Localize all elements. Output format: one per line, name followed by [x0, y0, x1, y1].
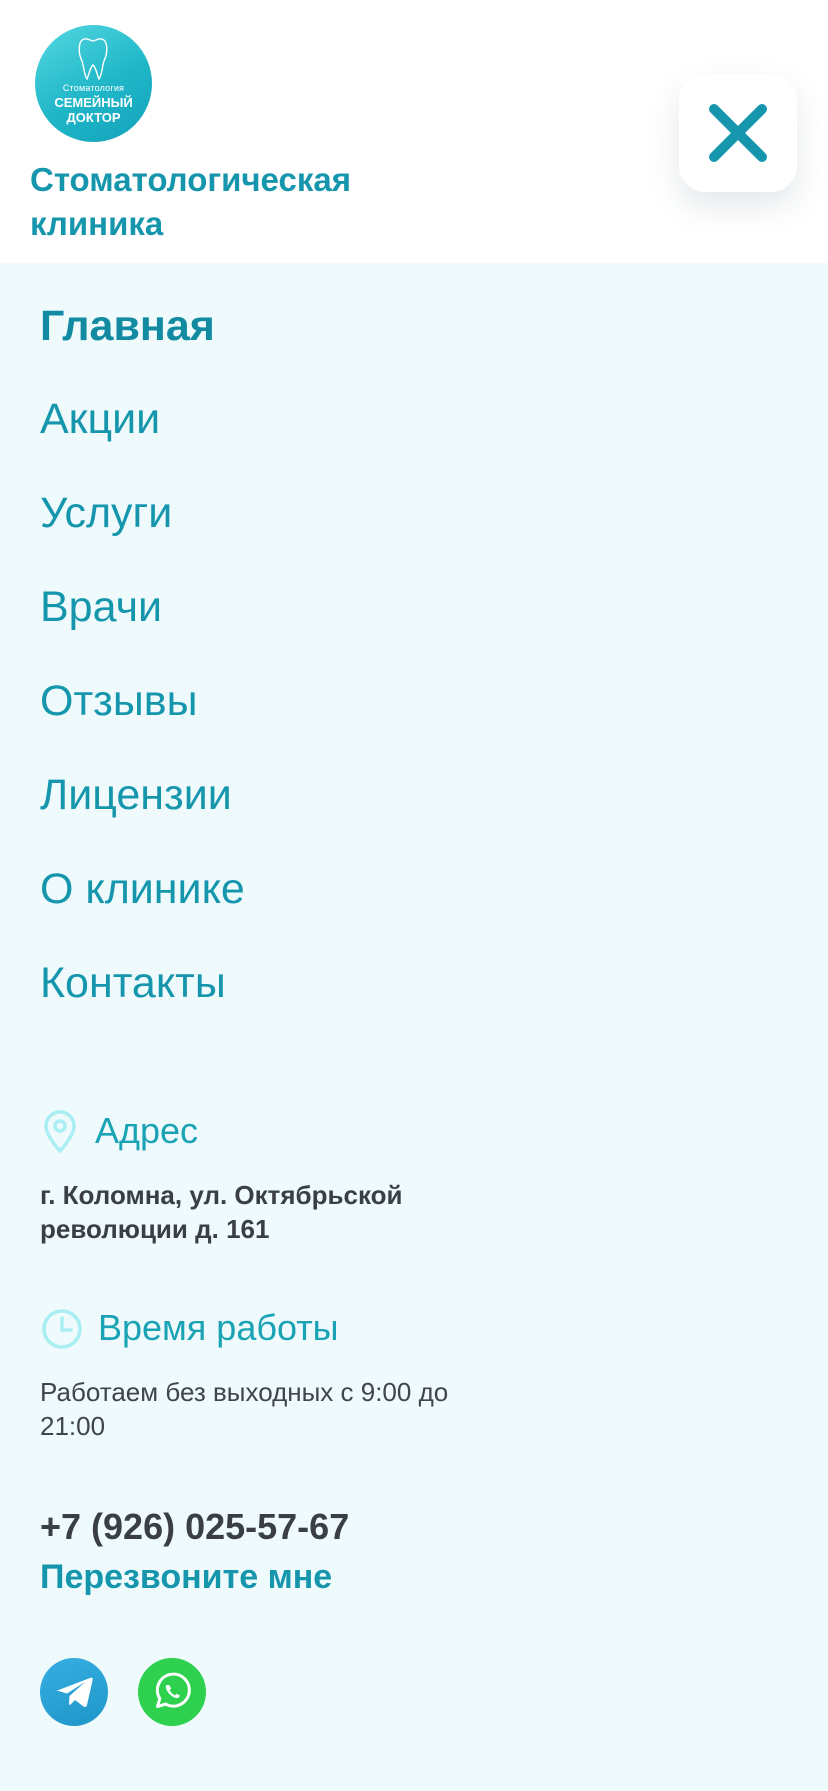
address-heading: Адрес: [95, 1110, 199, 1151]
logo-name-line2: ДОКТОР: [66, 110, 121, 125]
close-icon: [709, 104, 767, 162]
menu-item-about[interactable]: О клинике: [40, 864, 245, 914]
logo-subtitle: Стоматология: [62, 83, 125, 93]
clock-icon: [40, 1307, 84, 1356]
hours-heading: Время работы: [98, 1307, 339, 1348]
address-text: г. Коломна, ул. Октябрьской революции д.…: [40, 1180, 403, 1244]
telegram-icon: [56, 1677, 93, 1707]
clinic-logo[interactable]: Стоматология СЕМЕЙНЫЙ ДОКТОР: [35, 25, 152, 142]
menu-item-doctors[interactable]: Врачи: [40, 582, 162, 632]
phone-link[interactable]: +7 (926) 025-57-67: [40, 1505, 349, 1549]
menu-item-reviews[interactable]: Отзывы: [40, 676, 198, 726]
logo-name-line1: СЕМЕЙНЫЙ: [54, 95, 133, 110]
menu-item-promotions[interactable]: Акции: [40, 394, 160, 444]
tooth-icon: [78, 38, 108, 81]
menu-item-licenses[interactable]: Лицензии: [40, 770, 232, 820]
callback-link[interactable]: Перезвоните мне: [40, 1555, 332, 1599]
close-menu-button[interactable]: [679, 74, 797, 192]
whatsapp-button[interactable]: [138, 1658, 206, 1726]
menu-item-contacts[interactable]: Контакты: [40, 958, 226, 1008]
telegram-button[interactable]: [40, 1658, 108, 1726]
menu-item-services[interactable]: Услуги: [40, 488, 172, 538]
clinic-title: Стоматологическая клиника: [30, 161, 351, 242]
menu-item-home[interactable]: Главная: [40, 301, 215, 351]
header: Стоматология СЕМЕЙНЫЙ ДОКТОР Стоматологи…: [0, 0, 828, 263]
whatsapp-icon: [155, 1672, 191, 1708]
hours-text: Работаем без выходных с 9:00 до 21:00: [40, 1377, 449, 1441]
location-pin-icon: [40, 1110, 80, 1159]
